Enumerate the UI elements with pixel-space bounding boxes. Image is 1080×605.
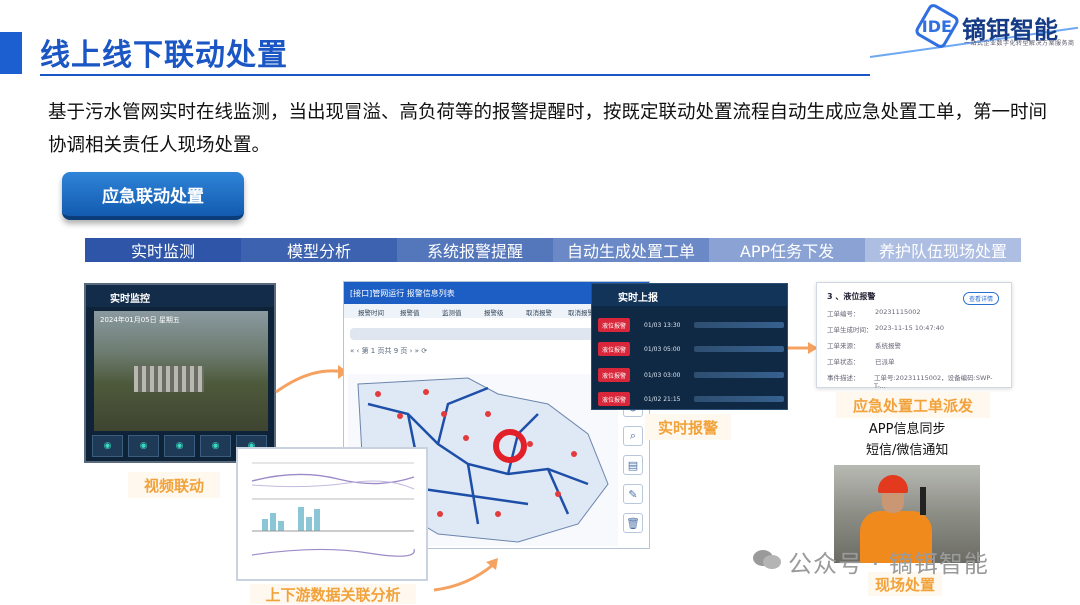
column-header: 报警级 <box>484 309 504 317</box>
sms-wechat-line: 短信/微信通知 <box>866 443 949 458</box>
prev-page-icon[interactable]: ‹ <box>357 347 360 355</box>
column-header: 取消报警 <box>568 309 594 317</box>
header-divider <box>40 74 870 76</box>
report-row[interactable]: 液位报警 01/03 05:00 <box>598 340 784 358</box>
column-header: 监测值 <box>442 309 462 317</box>
step-field-handling: 养护队伍现场处置 <box>865 238 1021 262</box>
order-field: 工单生成时间： 2023-11-15 10:47:40 <box>827 324 945 334</box>
column-header: 报警时间 <box>358 309 384 317</box>
upstream-downstream-analysis-panel <box>236 447 428 581</box>
video-timestamp: 2024年01月05日 星期五 <box>100 316 180 324</box>
company-slogan: 一站式企业数字化转型解决方案服务商 <box>964 40 1075 47</box>
alarm-tag: 液位报警 <box>598 342 630 356</box>
report-bar <box>694 372 784 378</box>
alarm-tag: 液位报警 <box>598 318 630 332</box>
label-realtime-alarm: 实时报警 <box>645 414 731 440</box>
step-model-analysis: 模型分析 <box>241 238 397 262</box>
order-field: 工单来源： 系统报警 <box>827 342 901 350</box>
title-accent-bar <box>0 32 22 74</box>
video-monitor-panel: 实时监控 2024年01月05日 星期五 ◉ ◉ ◉ ◉ ◉ <box>84 283 276 463</box>
alarm-time: 01/03 13:30 <box>644 321 681 329</box>
step-generate-order: 自动生成处置工单 <box>553 238 709 262</box>
wechat-icon <box>753 550 781 569</box>
camera-thumb-icon[interactable]: ◉ <box>200 435 231 457</box>
video-feed[interactable] <box>94 311 268 431</box>
refresh-icon[interactable]: ⟳ <box>421 347 427 355</box>
report-row[interactable]: 液位报警 01/02 21:15 <box>598 390 784 408</box>
description-text: 基于污水管网实时在线监测，当出现冒溢、高负荷等的报警提醒时，按既定联动处置流程自… <box>48 102 1048 156</box>
arrow-analysis-to-map <box>433 558 498 592</box>
last-page-icon[interactable]: » <box>415 347 419 355</box>
emergency-response-button[interactable]: 应急联动处置 <box>62 172 244 220</box>
report-row[interactable]: 液位报警 01/03 03:00 <box>598 366 784 384</box>
alarm-time: 01/03 05:00 <box>644 345 681 353</box>
camera-thumb-icon[interactable]: ◉ <box>128 435 159 457</box>
camera-thumb-icon[interactable]: ◉ <box>164 435 195 457</box>
order-field: 工单状态： 已派单 <box>827 358 895 366</box>
page-title: 线上线下联动处置 <box>40 38 288 73</box>
search-icon[interactable]: ⌕ <box>623 426 643 446</box>
analysis-chart <box>251 462 415 557</box>
company-logo-icon: IDE <box>913 1 961 51</box>
label-video-linkage: 视频联动 <box>128 472 220 498</box>
video-panel-title: 实时监控 <box>86 285 274 307</box>
camera-thumb-icon[interactable]: ◉ <box>92 435 123 457</box>
realtime-report-panel: 实时上报 液位报警 01/03 13:30 液位报警 01/03 05:00 液… <box>591 283 788 410</box>
report-bar <box>694 322 784 328</box>
next-page-icon[interactable]: › <box>410 347 413 355</box>
alarm-time: 01/02 21:15 <box>644 395 681 403</box>
alarm-tag: 液位报警 <box>598 368 630 382</box>
pager-text: 第 1 页共 9 页 <box>361 347 408 355</box>
step-alarm-reminder: 系统报警提醒 <box>397 238 553 262</box>
column-header: 报警值 <box>400 309 420 317</box>
order-field: 事件描述： 工单号:20231115002，设备编码:SWP-T-... <box>827 374 993 390</box>
map-toolbar: ⊕ ⌕ ▤ ✎ 🗑 <box>623 397 645 533</box>
first-page-icon[interactable]: « <box>350 347 354 355</box>
report-bar <box>694 346 784 352</box>
report-bar <box>694 396 784 402</box>
edit-icon[interactable]: ✎ <box>623 484 643 504</box>
view-detail-button[interactable]: 查看详情 <box>962 292 999 305</box>
column-header: 取消报警 <box>526 309 552 317</box>
step-realtime-monitoring: 实时监测 <box>85 238 241 262</box>
arrow-video-to-map <box>275 365 348 394</box>
report-panel-title: 实时上报 <box>592 284 787 306</box>
alarm-tag: 液位报警 <box>598 392 630 406</box>
report-row[interactable]: 液位报警 01/03 13:30 <box>598 316 784 334</box>
label-order-dispatch: 应急处置工单派发 <box>836 392 990 418</box>
app-sync-notice: APP信息同步 短信/微信通知 <box>866 419 948 461</box>
watermark-text: 公众号 · 镝铒智能 <box>788 550 989 578</box>
label-data-analysis: 上下游数据关联分析 <box>250 584 416 604</box>
step-app-dispatch: APP任务下发 <box>709 238 865 262</box>
chart-icon[interactable]: ▤ <box>623 455 643 475</box>
alarm-time: 01/03 03:00 <box>644 371 681 379</box>
order-field: 工单编号： 20231115002 <box>827 308 921 318</box>
process-steps: 实时监测 模型分析 系统报警提醒 自动生成处置工单 APP任务下发 养护队伍现场… <box>85 238 1021 262</box>
app-sync-line: APP信息同步 <box>868 422 946 437</box>
delete-icon[interactable]: 🗑 <box>623 513 643 533</box>
work-order-card: 3 、液位报警 查看详情 工单编号： 20231115002 工单生成时间： 202… <box>816 282 1012 390</box>
